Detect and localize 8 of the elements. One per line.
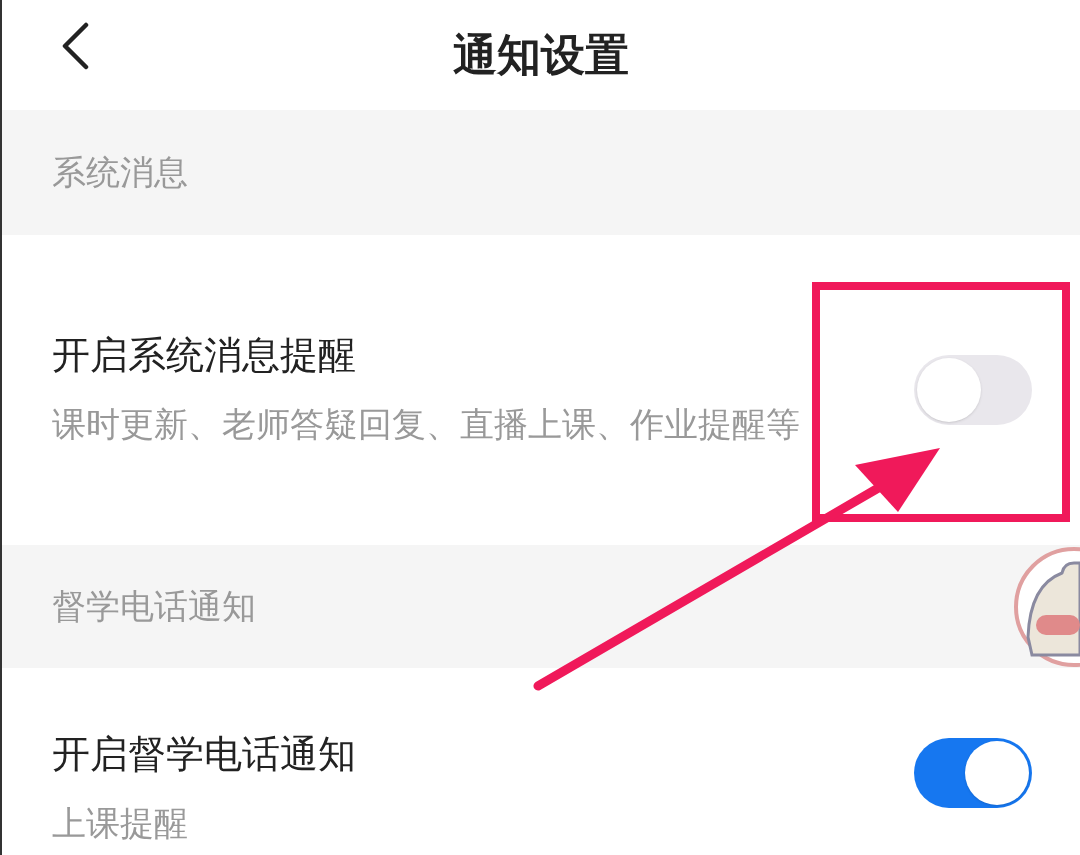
avatar-icon[interactable] xyxy=(1012,545,1080,670)
section-heading: 督学电话通知 xyxy=(52,585,256,628)
section-heading: 系统消息 xyxy=(52,151,188,194)
setting-title: 开启系统消息提醒 xyxy=(52,332,357,379)
setting-description: 上课提醒 xyxy=(52,802,189,845)
screen-title: 通知设置 xyxy=(453,33,629,77)
setting-description: 课时更新、老师答疑回复、直播上课、作业提醒等 xyxy=(52,403,801,446)
setting-title: 开启督学电话通知 xyxy=(52,731,357,778)
